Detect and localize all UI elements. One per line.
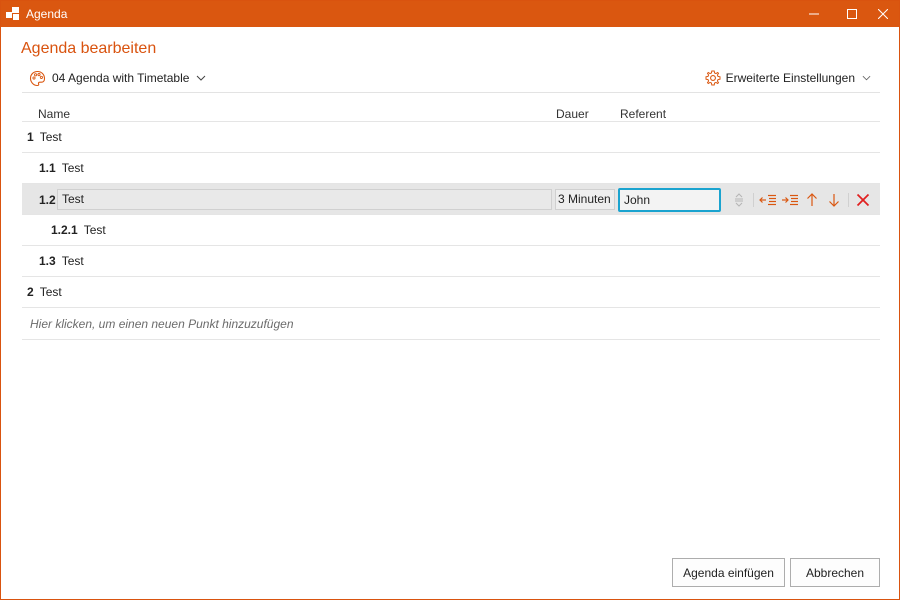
- item-number: 1: [27, 130, 34, 144]
- maximize-icon: [847, 9, 857, 19]
- minimize-icon: [809, 13, 819, 15]
- indent-button[interactable]: [779, 189, 801, 211]
- gear-icon: [705, 70, 721, 86]
- item-title-input[interactable]: Test: [57, 189, 552, 210]
- item-duration-input[interactable]: 3 Minuten: [555, 189, 615, 210]
- item-referent-input[interactable]: John: [618, 188, 721, 212]
- close-window-button[interactable]: [867, 1, 899, 27]
- item-number: 2: [27, 285, 34, 299]
- reorder-icon: [735, 193, 743, 207]
- move-down-button[interactable]: [823, 189, 845, 211]
- item-number: 1.2.1: [51, 223, 78, 237]
- outdent-button[interactable]: [757, 189, 779, 211]
- palette-icon: [29, 70, 46, 86]
- item-title: Test: [39, 285, 62, 299]
- advanced-settings-label: Erweiterte Einstellungen: [725, 71, 855, 85]
- agenda-list: 1 Test 1.1 Test 1.2 Test 3 Minuten John: [22, 121, 880, 340]
- agenda-row[interactable]: 2 Test: [22, 276, 880, 307]
- item-number: 1.1: [39, 161, 56, 175]
- agenda-row[interactable]: 1.3 Test: [22, 245, 880, 276]
- maximize-button[interactable]: [836, 1, 868, 27]
- header-divider: [22, 92, 880, 93]
- template-dropdown[interactable]: 04 Agenda with Timetable: [29, 68, 206, 88]
- add-item-row[interactable]: Hier klicken, um einen neuen Punkt hinzu…: [22, 307, 880, 340]
- arrow-down-icon: [829, 194, 839, 207]
- agenda-row-selected[interactable]: 1.2 Test 3 Minuten John: [22, 183, 880, 214]
- agenda-row[interactable]: 1 Test: [22, 121, 880, 152]
- template-label: 04 Agenda with Timetable: [52, 71, 190, 85]
- insert-agenda-button[interactable]: Agenda einfügen: [672, 558, 785, 587]
- add-item-hint: Hier klicken, um einen neuen Punkt hinzu…: [30, 316, 294, 331]
- delete-icon: [856, 193, 870, 207]
- advanced-settings-dropdown[interactable]: Erweiterte Einstellungen: [705, 68, 871, 88]
- column-header-name: Name: [38, 107, 71, 121]
- arrow-up-icon: [807, 193, 817, 206]
- indent-icon: [782, 194, 798, 206]
- agenda-row[interactable]: 1.1 Test: [22, 152, 880, 183]
- column-header-dauer: Dauer: [556, 107, 589, 121]
- cancel-button[interactable]: Abbrechen: [790, 558, 880, 587]
- chevron-down-icon: [862, 75, 871, 81]
- outdent-icon: [759, 194, 776, 206]
- agenda-window: Agenda Agenda bearbeiten 04 Agenda with …: [0, 0, 900, 600]
- dialog-heading: Agenda bearbeiten: [21, 40, 157, 57]
- window-title: Agenda: [26, 7, 68, 21]
- app-icon: [6, 7, 20, 21]
- item-title: Test: [83, 223, 106, 237]
- move-up-button[interactable]: [801, 189, 823, 211]
- minimize-button[interactable]: [798, 1, 830, 27]
- close-icon: [878, 9, 888, 19]
- item-title: Test: [61, 254, 84, 268]
- toolbar-separator: [753, 193, 754, 207]
- item-title: Test: [61, 161, 84, 175]
- column-header-referent: Referent: [620, 107, 667, 121]
- toolbar-separator: [848, 193, 849, 207]
- item-number: 1.2: [39, 193, 56, 207]
- chevron-down-icon: [197, 75, 206, 81]
- drag-handle[interactable]: [728, 189, 750, 211]
- title-bar[interactable]: Agenda: [1, 1, 899, 27]
- row-toolbar: [728, 189, 874, 211]
- item-number: 1.3: [39, 254, 56, 268]
- delete-item-button[interactable]: [852, 189, 874, 211]
- item-title: Test: [39, 130, 62, 144]
- agenda-row[interactable]: 1.2.1 Test: [22, 214, 880, 245]
